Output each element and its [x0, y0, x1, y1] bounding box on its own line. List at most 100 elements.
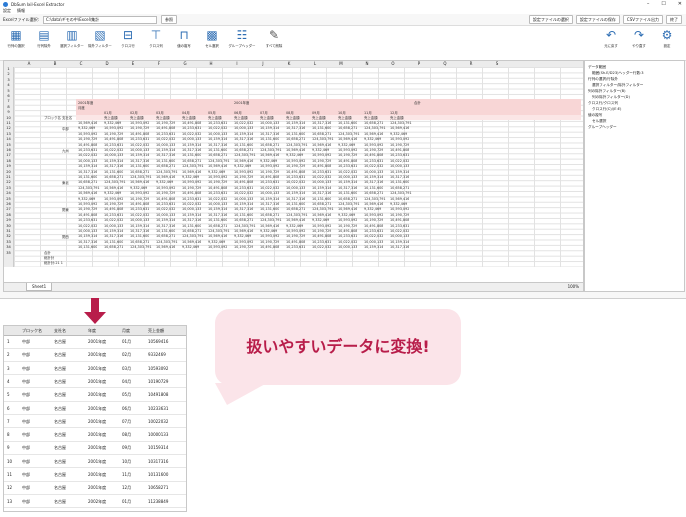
path-input[interactable]: C:\data\ギモの中\Excel\集計 [42, 15, 157, 24]
row-header[interactable]: 11 [4, 121, 13, 125]
value-cell[interactable]: 10,131,600 [364, 186, 383, 190]
value-cell[interactable]: 10,658,271 [208, 153, 227, 157]
value-cell[interactable]: 10,159,314 [234, 202, 253, 206]
value-cell[interactable]: 10,658,271 [234, 148, 253, 152]
sales-header-cell[interactable]: 売上金額 [286, 115, 300, 120]
value-cell[interactable]: 10,131,600 [312, 197, 331, 201]
row-header[interactable]: 29 [4, 218, 13, 222]
value-cell[interactable]: 10,190,729 [286, 164, 305, 168]
value-cell[interactable]: 10,131,600 [156, 229, 175, 233]
value-cell[interactable]: 10,000,133 [130, 148, 149, 152]
row-header[interactable]: 2 [4, 72, 13, 76]
column-header[interactable]: C [68, 61, 94, 66]
row-header[interactable]: 10 [4, 116, 13, 120]
value-cell[interactable]: 10,190,729 [286, 234, 305, 238]
total-header-cell[interactable]: 合計 [414, 100, 421, 105]
value-cell[interactable]: 124,303,791 [130, 175, 152, 179]
value-cell[interactable]: 10,000,133 [338, 245, 357, 249]
row-header[interactable]: 5 [4, 89, 13, 93]
tree-item[interactable]: 列の除外フィルター(B) [588, 89, 626, 94]
menu-settings[interactable]: 設定 [3, 8, 11, 14]
value-cell[interactable]: 10,491,808 [364, 224, 383, 228]
value-cell[interactable]: 10,000,133 [234, 126, 253, 130]
value-cell[interactable]: 10,131,600 [286, 202, 305, 206]
value-cell[interactable]: 9,332,469 [390, 132, 407, 136]
value-cell[interactable]: 10,317,316 [390, 175, 409, 179]
value-cell[interactable]: 10,159,314 [208, 207, 227, 211]
tree-item[interactable]: セル選択 [592, 119, 606, 124]
value-cell[interactable]: 10,131,600 [130, 234, 149, 238]
value-cell[interactable]: 10,000,133 [130, 218, 149, 222]
row-header[interactable]: 27 [4, 207, 13, 211]
value-cell[interactable]: 124,303,791 [312, 137, 334, 141]
column-header[interactable]: D [94, 61, 120, 66]
row-header[interactable]: 20 [4, 170, 13, 174]
row-header[interactable]: 35 [4, 251, 13, 255]
tool-select-filter[interactable]: ▥ 選択フィルター [58, 29, 86, 48]
value-cell[interactable]: 10,658,271 [338, 126, 357, 130]
value-cell[interactable]: 10,317,316 [208, 143, 227, 147]
column-header[interactable]: O [380, 61, 406, 66]
value-cell[interactable]: 10,569,416 [104, 186, 123, 190]
sheet-tab[interactable]: Sheet1 [26, 283, 53, 291]
value-cell[interactable]: 10,491,808 [338, 159, 357, 163]
value-cell[interactable]: 10,190,729 [78, 207, 97, 211]
value-cell[interactable]: 10,317,316 [78, 170, 97, 174]
value-cell[interactable]: 10,131,600 [234, 213, 253, 217]
sales-header-cell[interactable]: 売上金額 [260, 115, 274, 120]
tool-row-exclude[interactable]: ▤ 行列除外 [30, 29, 58, 48]
value-cell[interactable]: 10,593,092 [234, 240, 253, 244]
value-cell[interactable]: 10,233,631 [390, 224, 409, 228]
tool-group-header[interactable]: ☷ グループヘッダー [226, 29, 258, 48]
value-cell[interactable]: 124,303,791 [156, 170, 178, 174]
value-cell[interactable]: 10,491,808 [234, 180, 253, 184]
value-cell[interactable]: 10,569,416 [260, 153, 279, 157]
value-cell[interactable]: 10,317,316 [234, 207, 253, 211]
value-cell[interactable]: 10,190,729 [390, 143, 409, 147]
value-cell[interactable]: 10,022,032 [182, 132, 201, 136]
value-cell[interactable]: 10,159,314 [286, 121, 305, 125]
tree-item[interactable]: 列の除外フィルター(D) [592, 95, 630, 100]
value-cell[interactable]: 10,000,133 [286, 186, 305, 190]
sales-header-cell[interactable]: 売上金額 [234, 115, 248, 120]
value-cell[interactable]: 124,303,791 [338, 202, 360, 206]
value-cell[interactable]: 124,303,791 [156, 240, 178, 244]
value-cell[interactable]: 10,317,316 [208, 213, 227, 217]
close-button[interactable]: ✕ [678, 1, 682, 7]
value-cell[interactable]: 10,569,416 [208, 164, 227, 168]
row-header[interactable]: 25 [4, 197, 13, 201]
value-cell[interactable]: 124,303,791 [208, 229, 230, 233]
row-header[interactable]: 8 [4, 105, 13, 109]
value-cell[interactable]: 10,131,600 [104, 240, 123, 244]
value-cell[interactable]: 10,593,092 [260, 234, 279, 238]
column-header[interactable]: N [354, 61, 380, 66]
value-cell[interactable]: 10,233,631 [338, 164, 357, 168]
value-cell[interactable]: 10,569,416 [182, 170, 201, 174]
tree-item[interactable]: 範囲(Sh.E/D23)ヘッダー行数:3 [592, 71, 644, 76]
value-cell[interactable]: 10,190,729 [104, 202, 123, 206]
column-header[interactable]: F [146, 61, 172, 66]
value-cell[interactable]: 10,000,133 [312, 180, 331, 184]
value-cell[interactable]: 124,303,791 [234, 153, 256, 157]
value-cell[interactable]: 10,491,808 [286, 170, 305, 174]
value-cell[interactable]: 124,303,791 [78, 186, 100, 190]
value-cell[interactable]: 9,332,469 [182, 245, 199, 249]
value-cell[interactable]: 10,022,032 [338, 240, 357, 244]
value-cell[interactable]: 10,569,416 [156, 175, 175, 179]
value-cell[interactable]: 10,159,314 [208, 137, 227, 141]
value-cell[interactable]: 9,332,469 [130, 186, 147, 190]
value-cell[interactable]: 10,491,808 [130, 202, 149, 206]
row-header[interactable]: 7 [4, 99, 13, 103]
value-cell[interactable]: 10,317,316 [130, 229, 149, 233]
value-cell[interactable]: 9,332,469 [286, 224, 303, 228]
sales-header-cell[interactable]: 売上金額 [208, 115, 222, 120]
value-cell[interactable]: 10,000,133 [234, 197, 253, 201]
minimize-button[interactable]: – [647, 1, 650, 7]
value-cell[interactable]: 10,233,631 [260, 180, 279, 184]
value-cell[interactable]: 10,159,314 [260, 197, 279, 201]
value-cell[interactable]: 10,233,631 [208, 191, 227, 195]
tree-item[interactable]: データ範囲 [588, 65, 606, 70]
value-cell[interactable]: 10,233,631 [234, 186, 253, 190]
value-cell[interactable]: 10,658,271 [156, 164, 175, 168]
value-cell[interactable]: 10,000,133 [182, 207, 201, 211]
